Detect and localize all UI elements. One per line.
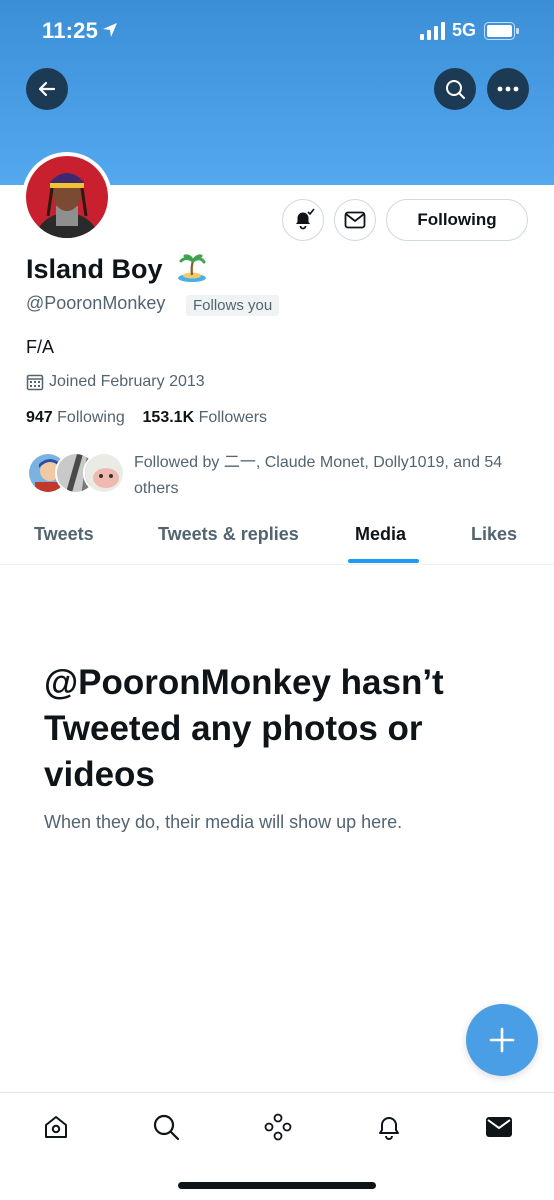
mutual-avatar <box>83 452 125 494</box>
following-button[interactable]: Following <box>386 199 528 241</box>
nav-messages[interactable] <box>483 1111 515 1143</box>
notifications-subscribe-button[interactable] <box>282 199 324 241</box>
home-icon <box>45 1116 67 1138</box>
joined-text: Joined February 2013 <box>49 373 205 390</box>
followers-label: Followers <box>198 409 268 426</box>
search-icon <box>153 1114 180 1141</box>
following-stat[interactable]: 947 Following <box>26 409 125 426</box>
tab-tweets[interactable]: Tweets <box>34 524 94 545</box>
profile-handle: @PooronMonkey <box>26 293 166 313</box>
follow-stats: 947 Following 153.1K Followers <box>26 409 267 427</box>
bell-check-icon <box>296 208 315 230</box>
followed-by-text[interactable]: Followed by 二一, Claude Monet, Dolly1019,… <box>134 450 529 502</box>
bottom-navigation <box>0 1092 554 1162</box>
nav-spaces[interactable] <box>262 1111 294 1143</box>
avatar-image <box>26 156 108 238</box>
empty-state-subtitle: When they do, their media will show up h… <box>44 812 403 832</box>
compose-tweet-button[interactable] <box>466 1004 538 1076</box>
location-arrow-icon <box>101 21 119 44</box>
more-options-button[interactable] <box>487 68 529 110</box>
nav-home[interactable] <box>40 1111 72 1143</box>
mutual-followers-avatars[interactable] <box>27 452 127 498</box>
followers-stat[interactable]: 153.1K Followers <box>143 409 268 426</box>
more-dots-icon <box>497 86 519 92</box>
profile-bio: F/A <box>26 337 55 357</box>
nav-notifications[interactable] <box>373 1111 405 1143</box>
palm-island-emoji-icon <box>176 253 208 288</box>
network-type: 5G <box>452 20 477 40</box>
back-button[interactable] <box>26 68 68 110</box>
calendar-icon <box>26 374 44 391</box>
plus-icon <box>489 1027 515 1053</box>
empty-state-title: @PooronMonkey hasn’t Tweeted any photos … <box>44 663 444 794</box>
cellular-signal-icon <box>420 22 446 45</box>
status-time: 11:25 <box>42 18 99 43</box>
nav-search[interactable] <box>150 1111 182 1143</box>
active-tab-indicator <box>348 559 419 563</box>
followers-count: 153.1K <box>142 409 195 426</box>
following-label: Following <box>57 409 125 426</box>
search-button[interactable] <box>434 68 476 110</box>
messages-icon <box>486 1117 512 1137</box>
spaces-icon <box>264 1113 292 1141</box>
notifications-icon <box>379 1117 399 1140</box>
profile-avatar[interactable] <box>22 152 112 242</box>
following-count: 947 <box>26 409 53 426</box>
tab-media[interactable]: Media <box>355 524 406 545</box>
tab-tweets-and-replies[interactable]: Tweets & replies <box>158 524 299 545</box>
message-button[interactable] <box>334 199 376 241</box>
status-bar: 11:25 5G <box>0 0 554 62</box>
envelope-icon <box>344 211 366 229</box>
joined-date: Joined February 2013 <box>26 373 205 391</box>
search-icon <box>446 80 465 99</box>
follows-you-badge: Follows you <box>186 295 280 316</box>
home-indicator <box>178 1182 376 1189</box>
tab-likes[interactable]: Likes <box>471 524 517 545</box>
battery-icon <box>484 22 520 45</box>
profile-tabs: Tweets Tweets & replies Media Likes <box>0 515 554 565</box>
display-name: Island Boy <box>26 254 163 284</box>
back-arrow-icon <box>38 81 56 97</box>
